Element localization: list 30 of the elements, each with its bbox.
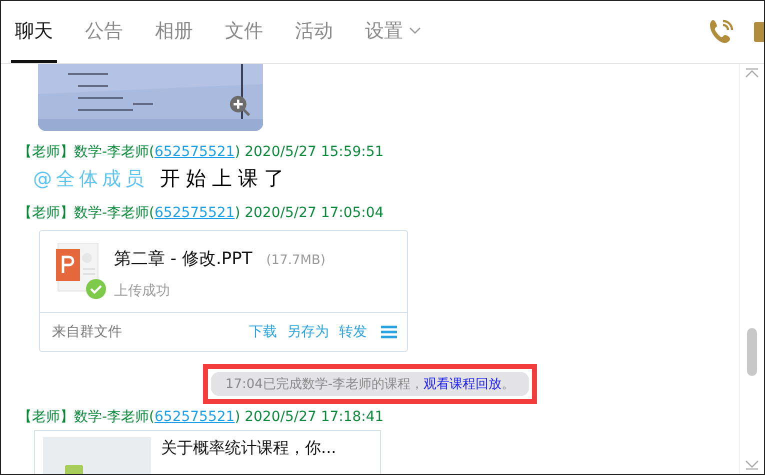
tab[interactable]: 相册 [151,1,197,63]
scrollbar-thumb[interactable] [747,328,757,376]
zoom-in-icon[interactable] [229,95,251,117]
tab[interactable]: 活动 [291,1,337,63]
message-header: 【老师】数学-李老师(652575521) 2020/5/27 17:18:41 [18,408,384,426]
file-name: 第二章 - 修改.PPT [114,248,252,270]
file-size: (17.7MB) [266,253,326,268]
message-header: 【老师】数学-李老师(652575521) 2020/5/27 17:05:04 [18,204,384,222]
message-header: 【老师】数学-李老师(652575521) 2020/5/27 15:59:51 [18,143,384,161]
menu-icon[interactable] [381,325,397,339]
upload-status: 上传成功 [114,282,171,300]
user-id-link[interactable]: 652575521 [154,205,235,221]
system-notice: 17:04已完成数学-李老师的课程，观看课程回放。 [211,372,529,396]
presentation-file-icon [56,243,100,293]
file-action-link[interactable]: 转发 [339,323,367,341]
scroll-top-icon[interactable] [745,68,759,78]
tab[interactable]: 文件 [221,1,267,63]
message-text: 开始上课了 [160,165,290,192]
user-id-link[interactable]: 652575521 [154,409,235,425]
tab[interactable]: 设置 [361,1,425,63]
file-action-link[interactable]: 下载 [249,323,277,341]
link-card[interactable]: 关于概率统计课程，你... [34,430,381,474]
user-id-link[interactable]: 652575521 [154,144,235,160]
replay-link[interactable]: 观看课程回放 [424,377,502,392]
file-action-link[interactable]: 另存为 [287,323,329,341]
mention[interactable]: @全体成员 [33,166,148,192]
card-title: 关于概率统计课程，你... [161,437,336,459]
scroll-bottom-icon[interactable] [745,460,759,470]
tab[interactable]: 公告 [81,1,127,63]
file-source: 来自群文件 [52,323,123,341]
